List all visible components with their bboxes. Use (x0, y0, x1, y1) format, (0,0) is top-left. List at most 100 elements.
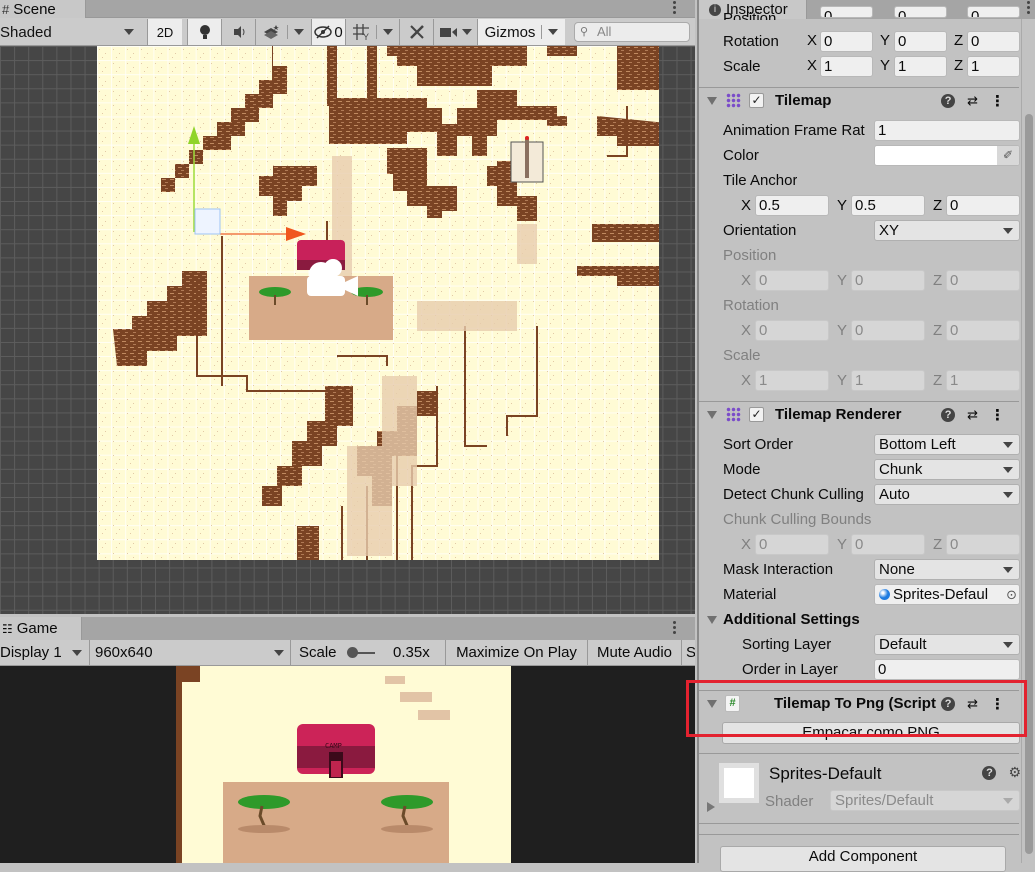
tools-toggle[interactable] (399, 19, 433, 45)
display-dropdown[interactable]: Display 1 (0, 640, 88, 665)
help-icon[interactable]: ? (941, 407, 956, 422)
tab-scene-label: Scene (13, 0, 56, 18)
transform-scale-z[interactable]: 1 (967, 56, 1020, 77)
detect-chunk-culling-label: Detect Chunk Culling (723, 486, 864, 503)
orientation-label: Orientation (723, 222, 797, 239)
shader-label: Shader (765, 793, 814, 810)
mute-audio-toggle[interactable]: Mute Audio (587, 640, 681, 665)
chevron-down-icon (1003, 467, 1013, 473)
foldout-arrow-icon[interactable] (707, 410, 717, 419)
gear-icon[interactable]: ⚙ (1008, 764, 1021, 781)
scale-slider[interactable]: Scale 0.35x (290, 640, 445, 665)
mask-interaction-dropdown[interactable]: None (874, 559, 1020, 580)
additional-settings-label[interactable]: Additional Settings (723, 611, 860, 628)
scene-visibility-toggle[interactable]: 0 (311, 19, 345, 45)
game-more-icon[interactable] (673, 621, 677, 634)
effects-dropdown[interactable] (255, 19, 311, 45)
axis-x-label: X (741, 197, 752, 214)
presets-icon[interactable]: ⇄ (967, 93, 978, 109)
tilemap-rotation-z: 0 (946, 320, 1020, 341)
chunk-culling-bounds-label: Chunk Culling Bounds (723, 511, 872, 528)
bounds-x: 0 (755, 534, 829, 555)
xy-plane-handle[interactable] (194, 208, 221, 235)
detect-chunk-culling-value: Auto (879, 486, 910, 503)
resolution-dropdown[interactable]: 960x640 (89, 640, 290, 665)
material-field[interactable]: Sprites-Defaul ⊙ (874, 584, 1020, 605)
transform-position-x[interactable]: 0 (820, 6, 873, 18)
camera-gizmo-icon (307, 259, 358, 296)
transform-scale-y[interactable]: 1 (894, 56, 947, 77)
chevron-down-icon (274, 650, 284, 656)
grid-snap-dropdown[interactable]: Y (345, 19, 399, 45)
chevron-down-icon (1003, 567, 1013, 573)
more-icon[interactable]: ⋮ (990, 92, 1005, 110)
transform-rotation-y[interactable]: 0 (894, 31, 947, 52)
transform-rotation-x[interactable]: 0 (820, 31, 873, 52)
scene-search-input[interactable]: ⚲ All (574, 22, 690, 42)
tilemap-renderer-enabled-checkbox[interactable]: ✓ (749, 407, 764, 422)
move-gizmo[interactable] (0, 46, 695, 614)
add-component-button[interactable]: Add Component (720, 846, 1006, 872)
tilemap-component-header[interactable]: ✓ Tilemap ? ⇄ ⋮ (699, 87, 1019, 113)
tile-anchor-label: Tile Anchor (723, 172, 798, 189)
mask-interaction-label: Mask Interaction (723, 561, 834, 578)
orientation-dropdown[interactable]: XY (874, 220, 1020, 241)
scene-viewport[interactable] (0, 46, 695, 614)
grid-icon: Y (353, 24, 369, 41)
axis-z-label: Z (954, 57, 964, 74)
tile-anchor-x[interactable]: 0.5 (755, 195, 829, 216)
scene-more-icon[interactable] (673, 1, 677, 14)
tile-anchor-y[interactable]: 0.5 (851, 195, 925, 216)
transform-position-z[interactable]: 0 (967, 6, 1020, 18)
shader-value: Sprites/Default (835, 792, 934, 809)
slider-handle[interactable] (347, 647, 358, 658)
foldout-arrow-icon[interactable] (707, 96, 717, 105)
tilemap-enabled-checkbox[interactable]: ✓ (749, 93, 764, 108)
y-axis-handle[interactable] (188, 126, 200, 144)
detect-chunk-culling-dropdown[interactable]: Auto (874, 484, 1020, 505)
transform-rotation-z[interactable]: 0 (967, 31, 1020, 52)
maximize-on-play-toggle[interactable]: Maximize On Play (445, 640, 587, 665)
help-icon[interactable]: ? (941, 93, 956, 108)
scrollbar-thumb[interactable] (1025, 114, 1033, 854)
tilemap-renderer-component-header[interactable]: ✓ Tilemap Renderer ? ⇄ ⋮ (699, 401, 1019, 427)
scale-label: Scale (723, 58, 761, 75)
shading-mode-dropdown[interactable]: Shaded (0, 19, 142, 45)
lighting-toggle[interactable] (187, 19, 221, 45)
additional-settings-foldout-icon[interactable] (707, 616, 717, 624)
order-in-layer-field[interactable]: 0 (874, 659, 1020, 680)
stats-toggle[interactable]: S (681, 640, 695, 665)
more-icon[interactable]: ⋮ (990, 406, 1005, 424)
tab-game[interactable]: ☷ Game (0, 617, 82, 640)
sort-order-dropdown[interactable]: Bottom Left (874, 434, 1020, 455)
scale-label: Scale (299, 644, 337, 661)
tile-anchor-z[interactable]: 0 (946, 195, 1020, 216)
object-picker-icon[interactable]: ⊙ (1006, 585, 1017, 604)
material-foldout-icon[interactable] (707, 802, 715, 812)
eyedropper-icon[interactable]: ✐ (997, 146, 1019, 165)
gizmos-dropdown[interactable]: Gizmos (477, 19, 565, 45)
inspector-more-icon[interactable] (1027, 1, 1031, 14)
transform-scale-x[interactable]: 1 (820, 56, 873, 77)
color-label: Color (723, 147, 759, 164)
chevron-down-icon (383, 29, 393, 35)
tilemap-rotation-label: Rotation (723, 297, 779, 314)
presets-icon[interactable]: ⇄ (967, 407, 978, 423)
axis-z-label: Z (933, 536, 943, 553)
toggle-2d-button[interactable]: 2D (147, 19, 182, 45)
mode-dropdown[interactable]: Chunk (874, 459, 1020, 480)
audio-toggle[interactable] (221, 19, 255, 45)
game-viewport[interactable]: CAMP (0, 666, 695, 863)
x-axis-handle[interactable] (286, 227, 306, 241)
transform-position-y[interactable]: 0 (894, 6, 947, 18)
tab-scene[interactable]: # Scene (0, 0, 86, 18)
color-field[interactable]: ✐ (874, 145, 1020, 166)
effects-layers-icon (264, 25, 279, 39)
camera-dropdown[interactable] (433, 19, 477, 45)
tilemap-position-x: 0 (755, 270, 829, 291)
svg-text:Y: Y (363, 32, 369, 41)
help-icon[interactable]: ? (982, 765, 997, 780)
sorting-layer-dropdown[interactable]: Default (874, 634, 1020, 655)
tilemap-renderer-icon (726, 407, 741, 422)
animation-frame-rate-field[interactable]: 1 (874, 120, 1020, 141)
